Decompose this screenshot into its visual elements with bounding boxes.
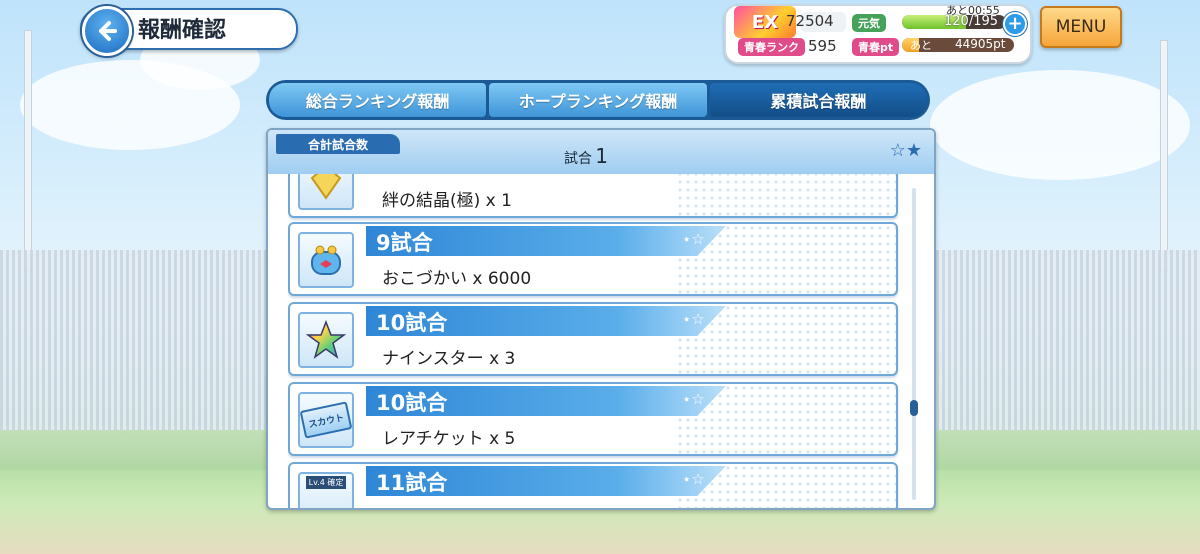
back-button[interactable] [82, 6, 132, 56]
reward-row[interactable]: 10試合 ⋆☆ ナインスター x 3 [288, 302, 898, 376]
level-badge: Lv.4 確定 [305, 476, 347, 489]
ticket-label: スカウト [299, 401, 353, 439]
level-item-icon: Lv.4 確定 [298, 472, 354, 508]
match-count: 11試合 [376, 471, 448, 495]
scout-ticket-icon: スカウト [298, 392, 354, 448]
match-count: 10試合 [376, 391, 448, 415]
left-stands [0, 250, 270, 430]
star-decoration-icon: ⋆☆ [682, 230, 705, 248]
pt-prefix: あと [910, 39, 932, 52]
tab-cumulative-match[interactable]: 累積試合報酬 [709, 83, 927, 117]
scrollbar-track[interactable] [912, 188, 916, 500]
coin-purse-icon [298, 232, 354, 288]
coins-box: 72504 [786, 12, 846, 32]
summary-bar: 合計試合数 1 試合 ☆★ [268, 130, 934, 174]
rank-value: 595 [808, 37, 837, 55]
page-title: 報酬確認 [138, 18, 227, 43]
cloud [930, 70, 1190, 180]
star-decoration-icon: ⋆☆ [682, 390, 705, 408]
menu-button[interactable]: MENU [1040, 6, 1122, 48]
light-tower [1160, 40, 1168, 272]
reward-row[interactable]: 絆の結晶(極) x 1 [288, 174, 898, 218]
rank-label: 青春ランク [738, 38, 805, 56]
tab-hope-ranking[interactable]: ホープランキング報酬 [489, 83, 707, 117]
star-decoration-icon: ☆★ [889, 140, 922, 161]
rainbow-star-icon [298, 312, 354, 368]
rewards-panel: 合計試合数 1 試合 ☆★ 絆の結晶(極) x 1 9試合 ⋆☆ おこづかい x… [266, 128, 936, 510]
crystal-icon [298, 174, 354, 210]
summary-label: 合計試合数 [276, 134, 400, 154]
dot-pattern [676, 174, 896, 216]
reward-row[interactable]: Lv.4 確定 11試合 ⋆☆ [288, 462, 898, 508]
pt-value: 44905pt [955, 37, 1006, 51]
coins-value: 72504 [786, 12, 834, 30]
reward-list[interactable]: 絆の結晶(極) x 1 9試合 ⋆☆ おこづかい x 6000 10試合 ⋆☆ … [288, 174, 900, 508]
reward-row[interactable]: スカウト 10試合 ⋆☆ レアチケット x 5 [288, 382, 898, 456]
match-count: 10試合 [376, 311, 448, 335]
summary-unit: 試合 [564, 151, 592, 167]
tab-overall-ranking[interactable]: 総合ランキング報酬 [269, 83, 487, 117]
energy-value: 120/195 [944, 14, 999, 29]
energy-label: 元気 [852, 14, 886, 32]
reward-item: ナインスター x 3 [382, 349, 516, 369]
add-energy-button[interactable]: + [1003, 12, 1027, 36]
reward-item: おこづかい x 6000 [382, 269, 532, 289]
pt-label: 青春pt [852, 38, 900, 56]
tab-bar: 総合ランキング報酬 ホープランキング報酬 累積試合報酬 [266, 80, 930, 120]
light-tower [24, 30, 32, 272]
arrow-left-icon [99, 21, 117, 41]
match-count: 9試合 [376, 231, 433, 255]
star-decoration-icon: ⋆☆ [682, 310, 705, 328]
star-decoration-icon: ⋆☆ [682, 470, 705, 488]
right-stands [930, 250, 1200, 430]
scrollbar-thumb[interactable] [910, 400, 918, 416]
reward-item: 絆の結晶(極) x 1 [382, 191, 512, 211]
reward-row[interactable]: 9試合 ⋆☆ おこづかい x 6000 [288, 222, 898, 296]
reward-item: レアチケット x 5 [382, 429, 516, 449]
